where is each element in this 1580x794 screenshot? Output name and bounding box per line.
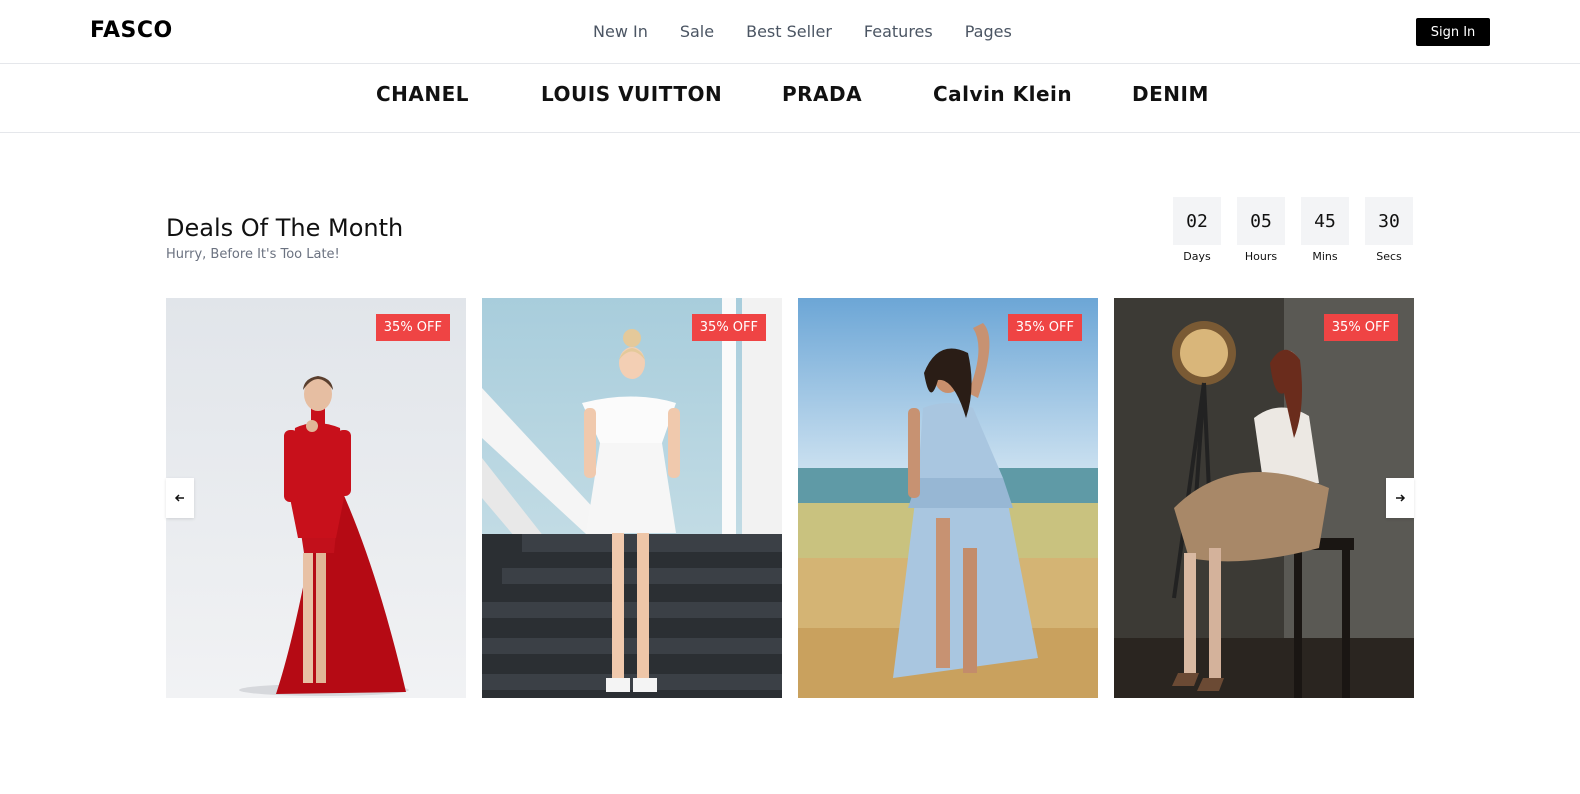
countdown-days-value: 02 (1173, 197, 1221, 245)
main-nav: New In Sale Best Seller Features Pages (593, 22, 1012, 41)
product-image-pleated-skirt (1114, 298, 1414, 698)
product-image-blue-dress (798, 298, 1098, 698)
discount-badge: 35% OFF (375, 314, 450, 341)
discount-badge: 35% OFF (1007, 314, 1082, 341)
site-header: FASCO New In Sale Best Seller Features P… (0, 0, 1580, 64)
countdown-secs-label: Secs (1376, 250, 1402, 263)
brand-prada[interactable]: PRADA (782, 82, 862, 106)
product-image-white-dress (482, 298, 782, 698)
countdown-days: 02 Days (1173, 197, 1221, 263)
arrow-right-icon (1396, 494, 1406, 502)
countdown-hours-label: Hours (1244, 250, 1278, 263)
product-card[interactable]: 35% OFF (798, 298, 1098, 698)
nav-new-in[interactable]: New In (593, 22, 648, 41)
carousel-next-button[interactable] (1386, 478, 1414, 518)
countdown-mins-label: Mins (1312, 250, 1338, 263)
product-card[interactable]: 35% OFF (482, 298, 782, 698)
countdown-mins: 45 Mins (1301, 197, 1349, 263)
carousel-prev-button[interactable] (166, 478, 194, 518)
countdown-secs: 30 Secs (1365, 197, 1413, 263)
countdown-hours: 05 Hours (1237, 197, 1285, 263)
product-card[interactable]: 35% OFF (166, 298, 466, 698)
discount-badge: 35% OFF (1323, 314, 1398, 341)
brand-chanel[interactable]: CHANEL (376, 82, 469, 106)
countdown-hours-value: 05 (1237, 197, 1285, 245)
nav-features[interactable]: Features (864, 22, 933, 41)
brand-louis-vuitton[interactable]: LOUIS VUITTON (541, 82, 722, 106)
product-card[interactable]: 35% OFF (1114, 298, 1414, 698)
brand-calvin-klein[interactable]: Calvin Klein (933, 82, 1072, 106)
deals-title: Deals Of The Month (166, 214, 404, 242)
countdown-days-label: Days (1183, 250, 1211, 263)
countdown-mins-value: 45 (1301, 197, 1349, 245)
nav-pages[interactable]: Pages (965, 22, 1012, 41)
logo[interactable]: FASCO (90, 18, 173, 43)
brand-strip: CHANEL LOUIS VUITTON PRADA Calvin Klein … (0, 65, 1580, 133)
deals-subtitle: Hurry, Before It's Too Late! (166, 247, 340, 262)
brand-denim[interactable]: DENIM (1132, 82, 1209, 106)
discount-badge: 35% OFF (691, 314, 766, 341)
arrow-left-icon (174, 494, 184, 502)
product-image-red-dress (166, 298, 466, 698)
countdown-secs-value: 30 (1365, 197, 1413, 245)
nav-sale[interactable]: Sale (680, 22, 714, 41)
sign-in-button[interactable]: Sign In (1416, 18, 1490, 46)
nav-best-seller[interactable]: Best Seller (746, 22, 832, 41)
